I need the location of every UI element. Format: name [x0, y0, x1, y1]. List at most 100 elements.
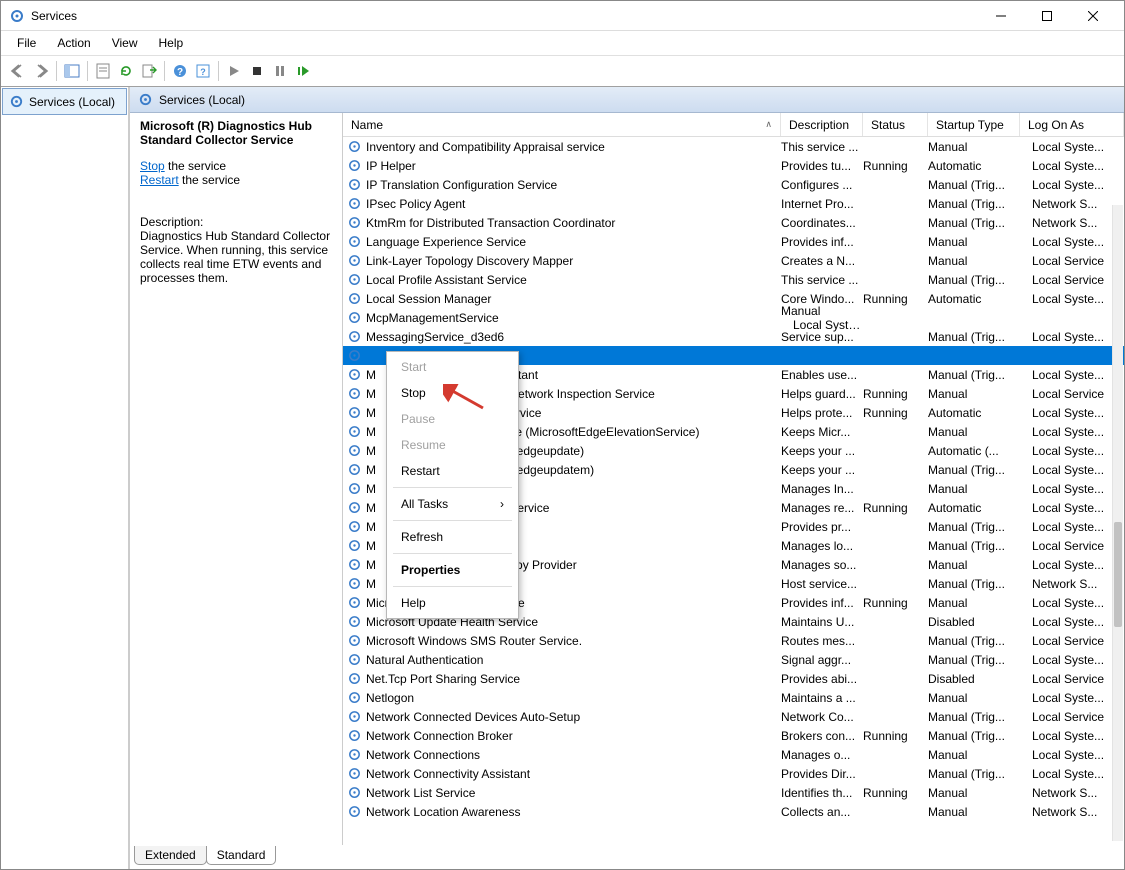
service-startup: Manual — [928, 482, 1020, 496]
service-status: Running — [863, 387, 928, 401]
service-row[interactable]: Network Connection BrokerBrokers con...R… — [343, 726, 1124, 745]
service-row[interactable]: Network Connectivity AssistantProvides D… — [343, 764, 1124, 783]
pause-service-button[interactable] — [269, 60, 291, 82]
service-status: Running — [863, 292, 928, 306]
service-description: Service sup... — [781, 330, 863, 344]
service-row[interactable]: MessagingService_d3ed6 Service sup... Manu… — [343, 327, 1124, 346]
service-row[interactable]: Inventory and Compatibility Appraisal se… — [343, 137, 1124, 156]
refresh-button[interactable] — [115, 60, 137, 82]
gear-icon — [347, 386, 362, 401]
service-row[interactable]: Link-Layer Topology Discovery MapperCrea… — [343, 251, 1124, 270]
service-name: Inventory and Compatibility Appraisal se… — [366, 140, 605, 154]
service-name: Natural Authentication — [366, 653, 483, 667]
service-startup: Disabled — [928, 615, 1020, 629]
export-button[interactable] — [138, 60, 160, 82]
tab-extended[interactable]: Extended — [134, 846, 207, 865]
column-header-logon[interactable]: Log On As — [1020, 113, 1124, 136]
tab-standard[interactable]: Standard — [206, 846, 277, 865]
menu-file[interactable]: File — [7, 33, 46, 53]
gear-icon — [347, 310, 362, 325]
service-row[interactable]: IP Translation Configuration ServiceConf… — [343, 175, 1124, 194]
column-header-status[interactable]: Status — [863, 113, 928, 136]
service-row[interactable]: Network ConnectionsManages o...ManualLoc… — [343, 745, 1124, 764]
service-row[interactable]: Network Location AwarenessCollects an...… — [343, 802, 1124, 821]
start-service-button[interactable] — [223, 60, 245, 82]
restart-service-button[interactable] — [292, 60, 314, 82]
toolbar: ? ? — [1, 55, 1124, 87]
service-startup: Manual — [928, 691, 1020, 705]
service-startup: Manual (Trig... — [928, 330, 1020, 344]
service-row[interactable]: Net.Tcp Port Sharing ServiceProvides abi… — [343, 669, 1124, 688]
stop-service-button[interactable] — [246, 60, 268, 82]
properties-button[interactable] — [92, 60, 114, 82]
service-logon: Local Service — [1020, 710, 1124, 724]
service-startup: Manual — [781, 304, 863, 318]
gear-icon — [347, 652, 362, 667]
service-startup: Manual (Trig... — [928, 729, 1020, 743]
ctx-properties[interactable]: Properties — [387, 557, 518, 583]
service-row[interactable]: Language Experience ServiceProvides inf.… — [343, 232, 1124, 251]
maximize-button[interactable] — [1024, 1, 1070, 31]
forward-button[interactable] — [30, 60, 52, 82]
column-header-startup[interactable]: Startup Type — [928, 113, 1020, 136]
minimize-button[interactable] — [978, 1, 1024, 31]
show-hide-tree-button[interactable] — [61, 60, 83, 82]
service-description: Configures ... — [781, 178, 863, 192]
service-logon: Local Service — [1020, 387, 1124, 401]
column-header-name[interactable]: Name∧ — [343, 113, 781, 136]
ctx-all-tasks[interactable]: All Tasks› — [387, 491, 518, 517]
service-description: Creates a N... — [781, 254, 863, 268]
console-tree[interactable]: Services (Local) — [1, 87, 129, 869]
svg-text:?: ? — [200, 67, 206, 77]
service-startup: Manual (Trig... — [928, 634, 1020, 648]
service-row[interactable]: KtmRm for Distributed Transaction Coordi… — [343, 213, 1124, 232]
service-description: Provides Dir... — [781, 767, 863, 781]
column-header-description[interactable]: Description — [781, 113, 863, 136]
service-name: McpManagementService — [366, 311, 499, 325]
close-button[interactable] — [1070, 1, 1116, 31]
service-name: MessagingService_d3ed6 — [366, 330, 504, 344]
service-row[interactable]: McpManagementServiceManualLocal Syste... — [343, 308, 1124, 327]
ctx-help[interactable]: Help — [387, 590, 518, 616]
service-logon: Local Syste... — [1020, 520, 1124, 534]
ctx-refresh[interactable]: Refresh — [387, 524, 518, 550]
gear-icon — [347, 519, 362, 534]
gear-icon — [347, 253, 362, 268]
service-description: Host service... — [781, 577, 863, 591]
back-button[interactable] — [7, 60, 29, 82]
service-row[interactable]: Local Profile Assistant ServiceThis serv… — [343, 270, 1124, 289]
gear-icon — [347, 804, 362, 819]
service-row[interactable]: Network List ServiceIdentifies th...Runn… — [343, 783, 1124, 802]
service-row[interactable]: Microsoft Windows SMS Router Service.Rou… — [343, 631, 1124, 650]
tree-root-node[interactable]: Services (Local) — [2, 88, 127, 115]
service-row[interactable]: IP HelperProvides tu...RunningAutomaticL… — [343, 156, 1124, 175]
service-logon: Local Syste... — [1020, 653, 1124, 667]
service-row[interactable]: NetlogonMaintains a ...ManualLocal Syste… — [343, 688, 1124, 707]
menu-help[interactable]: Help — [149, 33, 194, 53]
service-logon: Local Service — [1020, 254, 1124, 268]
service-row[interactable]: IPsec Policy AgentInternet Pro...Manual … — [343, 194, 1124, 213]
service-startup: Manual (Trig... — [928, 273, 1020, 287]
service-description: Manages lo... — [781, 539, 863, 553]
service-row[interactable]: Natural AuthenticationSignal aggr...Manu… — [343, 650, 1124, 669]
service-row[interactable]: Local Session ManagerCore Windo...Runnin… — [343, 289, 1124, 308]
menu-view[interactable]: View — [102, 33, 148, 53]
help2-button[interactable]: ? — [192, 60, 214, 82]
restart-link[interactable]: Restart — [140, 173, 179, 187]
service-description: Keeps your ... — [781, 444, 863, 458]
gear-icon — [138, 92, 153, 107]
stop-link[interactable]: Stop — [140, 159, 165, 173]
help-button[interactable]: ? — [169, 60, 191, 82]
service-name: Local Session Manager — [366, 292, 491, 306]
service-row[interactable]: Network Connected Devices Auto-SetupNetw… — [343, 707, 1124, 726]
ctx-restart[interactable]: Restart — [387, 458, 518, 484]
scrollbar-thumb[interactable] — [1114, 522, 1122, 627]
service-startup: Automatic (... — [928, 444, 1020, 458]
gear-icon — [347, 728, 362, 743]
scrollbar-track[interactable] — [1112, 205, 1123, 841]
service-description: This service ... — [781, 140, 863, 154]
menu-action[interactable]: Action — [47, 33, 100, 53]
service-name: Network Location Awareness — [366, 805, 521, 819]
service-logon: Network S... — [1020, 216, 1124, 230]
service-startup: Manual — [928, 387, 1020, 401]
